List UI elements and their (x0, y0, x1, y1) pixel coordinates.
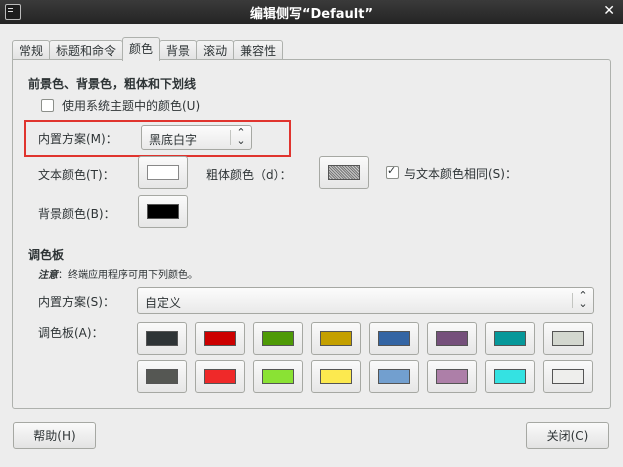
text-color-label: 文本颜色(T)： (38, 168, 115, 182)
palette-scheme-value: 自定义 (145, 296, 182, 310)
bg-color-button[interactable] (138, 195, 188, 228)
palette-section-title: 调色板 (28, 248, 65, 262)
tab-background[interactable]: 背景 (159, 40, 198, 61)
updown-arrows-icon: ⌃ ⌄ (578, 289, 588, 310)
palette-color-button[interactable] (485, 360, 535, 393)
help-button[interactable]: 帮助(H) (13, 422, 96, 449)
palette-color-button[interactable] (311, 360, 361, 393)
palette-color-swatch (552, 331, 584, 346)
use-system-colors-checkbox[interactable] (41, 99, 54, 112)
palette-color-swatch (494, 331, 526, 346)
use-system-colors-label: 使用系统主题中的颜色(U) (62, 99, 201, 113)
bold-color-swatch (328, 165, 360, 180)
fg-scheme-combo[interactable]: 黑底白字 ⌃ ⌄ (141, 125, 252, 150)
note-text: ：终端应用程序可用下列颜色。 (58, 270, 198, 281)
palette-color-button[interactable] (137, 322, 187, 355)
title-bar: 编辑侧写“Default” ✕ (0, 0, 623, 24)
updown-arrows-icon: ⌃ ⌄ (236, 126, 246, 147)
palette-color-button[interactable] (369, 360, 419, 393)
tab-bar: 常规 标题和命令 颜色 背景 滚动 兼容性 (12, 37, 284, 61)
tab-colors[interactable]: 颜色 (122, 37, 161, 61)
note-prefix: 注意 (38, 270, 58, 281)
palette-color-swatch (436, 369, 468, 384)
palette-color-swatch (320, 331, 352, 346)
text-color-swatch (147, 165, 179, 180)
palette-color-button[interactable] (253, 322, 303, 355)
combo-separator (230, 130, 231, 145)
palette-color-button[interactable] (195, 360, 245, 393)
fg-scheme-value: 黑底白字 (149, 133, 198, 147)
palette-color-button[interactable] (253, 360, 303, 393)
palette-color-button[interactable] (369, 322, 419, 355)
palette-color-button[interactable] (137, 360, 187, 393)
window-title: 编辑侧写“Default” (249, 6, 374, 22)
palette-scheme-label: 内置方案(S)： (38, 295, 115, 309)
palette-color-swatch (378, 369, 410, 384)
palette-color-swatch (320, 369, 352, 384)
palette-color-button[interactable] (311, 322, 361, 355)
text-color-button[interactable] (138, 156, 188, 189)
palette-color-swatch (494, 369, 526, 384)
palette-label: 调色板(A)： (38, 326, 104, 340)
palette-color-button[interactable] (427, 360, 477, 393)
same-as-text-label: 与文本颜色相同(S)： (404, 167, 517, 181)
close-button[interactable]: 关闭(C) (526, 422, 609, 449)
combo-separator (572, 293, 573, 308)
tab-title-command[interactable]: 标题和命令 (49, 40, 124, 61)
palette-color-button[interactable] (543, 322, 593, 355)
bg-color-label: 背景颜色(B)： (38, 207, 116, 221)
same-as-text-checkbox[interactable] (386, 164, 399, 179)
palette-color-button[interactable] (543, 360, 593, 393)
palette-color-swatch (146, 369, 178, 384)
palette-color-swatch (204, 369, 236, 384)
fg-scheme-label: 内置方案(M)： (38, 132, 118, 146)
palette-color-swatch (378, 331, 410, 346)
palette-color-swatch (262, 331, 294, 346)
palette-note: 注意：终端应用程序可用下列颜色。 (38, 266, 198, 281)
palette-color-button[interactable] (485, 322, 535, 355)
bold-color-button[interactable] (319, 156, 369, 189)
palette-color-swatch (204, 331, 236, 346)
palette-color-swatch (146, 331, 178, 346)
fg-section-title: 前景色、背景色，粗体和下划线 (28, 77, 197, 91)
palette-scheme-combo[interactable]: 自定义 ⌃ ⌄ (137, 287, 594, 314)
tab-general[interactable]: 常规 (12, 40, 51, 61)
close-icon[interactable]: ✕ (603, 3, 615, 19)
bold-color-label: 粗体颜色（d）： (206, 168, 292, 182)
palette-color-button[interactable] (427, 322, 477, 355)
terminal-icon (5, 4, 21, 20)
tab-compatibility[interactable]: 兼容性 (233, 40, 284, 61)
palette-color-swatch (552, 369, 584, 384)
palette-color-swatch (436, 331, 468, 346)
tab-scrolling[interactable]: 滚动 (196, 40, 235, 61)
palette-color-button[interactable] (195, 322, 245, 355)
palette-color-swatch (262, 369, 294, 384)
bg-color-swatch (147, 204, 179, 219)
